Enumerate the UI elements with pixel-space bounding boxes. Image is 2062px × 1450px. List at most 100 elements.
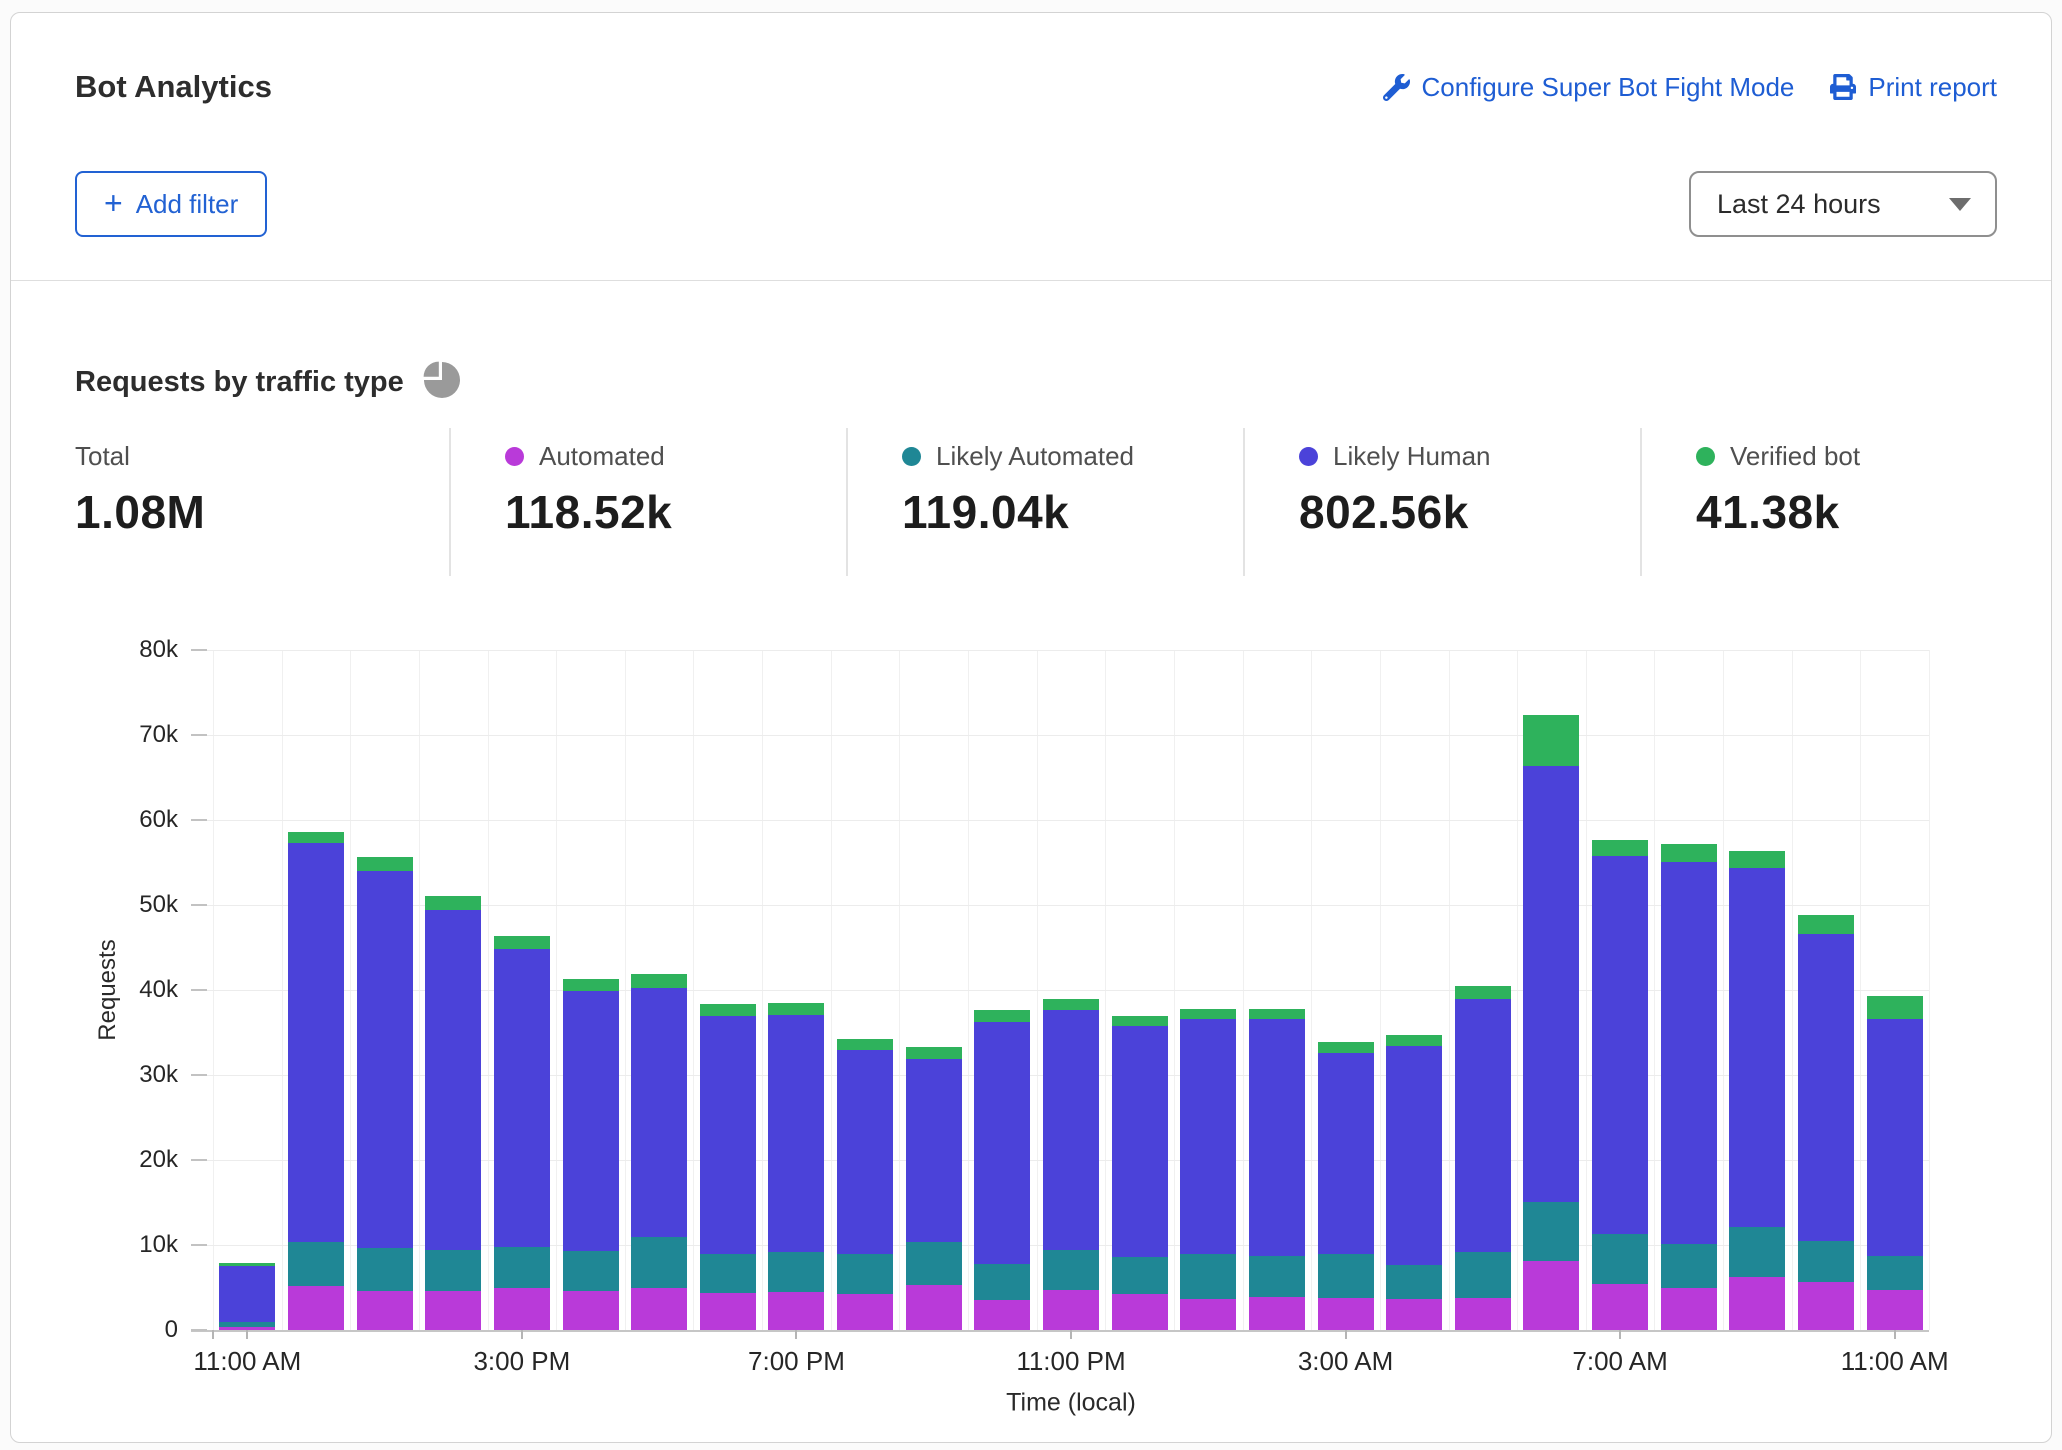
bar-segment-verified-bot[interactable] bbox=[494, 936, 550, 949]
bar-segment-likely-automated[interactable] bbox=[1867, 1256, 1923, 1290]
bar-segment-verified-bot[interactable] bbox=[837, 1039, 893, 1050]
bar-segment-automated[interactable] bbox=[1523, 1261, 1579, 1330]
bar-segment-automated[interactable] bbox=[631, 1288, 687, 1330]
add-filter-button[interactable]: + Add filter bbox=[75, 171, 267, 237]
bar-segment-verified-bot[interactable] bbox=[906, 1047, 962, 1059]
bar-segment-automated[interactable] bbox=[1180, 1299, 1236, 1330]
bar-segment-likely-automated[interactable] bbox=[700, 1254, 756, 1293]
bar-segment-likely-human[interactable] bbox=[1729, 868, 1785, 1228]
bar-segment-likely-human[interactable] bbox=[974, 1022, 1030, 1263]
bar-segment-verified-bot[interactable] bbox=[1112, 1016, 1168, 1026]
bar-segment-likely-automated[interactable] bbox=[768, 1252, 824, 1292]
bar-segment-likely-automated[interactable] bbox=[357, 1248, 413, 1291]
bar-segment-likely-human[interactable] bbox=[425, 910, 481, 1250]
bar-segment-verified-bot[interactable] bbox=[357, 857, 413, 871]
bar-segment-automated[interactable] bbox=[1867, 1290, 1923, 1330]
bar-segment-likely-human[interactable] bbox=[768, 1015, 824, 1252]
bar-segment-verified-bot[interactable] bbox=[1318, 1042, 1374, 1053]
time-range-select[interactable]: Last 24 hours bbox=[1689, 171, 1997, 237]
bar-segment-automated[interactable] bbox=[974, 1300, 1030, 1330]
bar-segment-likely-automated[interactable] bbox=[425, 1250, 481, 1291]
bar-segment-automated[interactable] bbox=[563, 1291, 619, 1330]
bar-segment-likely-human[interactable] bbox=[906, 1059, 962, 1242]
bar-segment-verified-bot[interactable] bbox=[1729, 851, 1785, 868]
bar-segment-verified-bot[interactable] bbox=[1867, 996, 1923, 1019]
bar-segment-automated[interactable] bbox=[1318, 1298, 1374, 1330]
bar-segment-automated[interactable] bbox=[837, 1294, 893, 1330]
bar-segment-verified-bot[interactable] bbox=[563, 979, 619, 991]
bar-segment-likely-human[interactable] bbox=[563, 991, 619, 1251]
bar-segment-automated[interactable] bbox=[1455, 1298, 1511, 1330]
bar-segment-likely-automated[interactable] bbox=[1180, 1254, 1236, 1299]
bar-segment-verified-bot[interactable] bbox=[700, 1004, 756, 1016]
bar-segment-verified-bot[interactable] bbox=[1455, 986, 1511, 999]
bar-segment-automated[interactable] bbox=[1386, 1299, 1442, 1330]
bar-segment-likely-human[interactable] bbox=[1455, 999, 1511, 1252]
bar-segment-likely-automated[interactable] bbox=[1592, 1234, 1648, 1284]
bar-segment-likely-automated[interactable] bbox=[1318, 1254, 1374, 1297]
bar-segment-verified-bot[interactable] bbox=[1523, 715, 1579, 765]
bar-segment-likely-human[interactable] bbox=[494, 949, 550, 1247]
bar-segment-automated[interactable] bbox=[1112, 1294, 1168, 1330]
bar-segment-automated[interactable] bbox=[425, 1291, 481, 1330]
print-report-link[interactable]: Print report bbox=[1830, 72, 1997, 103]
bar-segment-automated[interactable] bbox=[906, 1285, 962, 1330]
bar-segment-verified-bot[interactable] bbox=[1249, 1009, 1305, 1019]
bar-segment-likely-automated[interactable] bbox=[1523, 1202, 1579, 1262]
bar-segment-automated[interactable] bbox=[1798, 1282, 1854, 1330]
bar-segment-likely-automated[interactable] bbox=[906, 1242, 962, 1285]
bar-segment-automated[interactable] bbox=[1729, 1277, 1785, 1330]
bar-segment-automated[interactable] bbox=[1249, 1297, 1305, 1330]
bar-segment-likely-human[interactable] bbox=[1661, 862, 1717, 1245]
bar-segment-likely-automated[interactable] bbox=[974, 1264, 1030, 1301]
bar-segment-likely-automated[interactable] bbox=[1455, 1252, 1511, 1298]
bar-segment-automated[interactable] bbox=[1592, 1284, 1648, 1330]
bar-segment-likely-human[interactable] bbox=[1592, 856, 1648, 1234]
bar-segment-automated[interactable] bbox=[768, 1292, 824, 1330]
bar-segment-likely-automated[interactable] bbox=[1729, 1227, 1785, 1277]
bar-segment-likely-human[interactable] bbox=[1798, 934, 1854, 1241]
bar-segment-likely-automated[interactable] bbox=[219, 1322, 275, 1327]
bar-segment-likely-automated[interactable] bbox=[1112, 1257, 1168, 1294]
bar-segment-likely-automated[interactable] bbox=[288, 1242, 344, 1285]
bar-segment-verified-bot[interactable] bbox=[288, 832, 344, 843]
bar-segment-likely-human[interactable] bbox=[1523, 766, 1579, 1202]
bar-segment-likely-human[interactable] bbox=[1249, 1019, 1305, 1256]
bar-segment-likely-automated[interactable] bbox=[1386, 1265, 1442, 1298]
bar-segment-likely-automated[interactable] bbox=[1043, 1250, 1099, 1290]
bar-segment-automated[interactable] bbox=[494, 1288, 550, 1330]
bar-segment-verified-bot[interactable] bbox=[1386, 1035, 1442, 1046]
bar-segment-likely-automated[interactable] bbox=[1661, 1244, 1717, 1287]
bar-segment-automated[interactable] bbox=[357, 1291, 413, 1330]
bar-segment-automated[interactable] bbox=[1661, 1288, 1717, 1331]
bar-segment-verified-bot[interactable] bbox=[974, 1010, 1030, 1022]
bar-segment-verified-bot[interactable] bbox=[425, 896, 481, 910]
bar-segment-likely-automated[interactable] bbox=[494, 1247, 550, 1289]
bar-segment-verified-bot[interactable] bbox=[631, 974, 687, 988]
bar-segment-likely-human[interactable] bbox=[700, 1016, 756, 1254]
bar-segment-verified-bot[interactable] bbox=[1043, 999, 1099, 1010]
bar-segment-likely-human[interactable] bbox=[1318, 1053, 1374, 1254]
bar-segment-likely-human[interactable] bbox=[1112, 1026, 1168, 1257]
bar-segment-verified-bot[interactable] bbox=[1180, 1009, 1236, 1019]
bar-segment-verified-bot[interactable] bbox=[1798, 915, 1854, 934]
bar-segment-likely-human[interactable] bbox=[219, 1266, 275, 1321]
bar-segment-likely-automated[interactable] bbox=[631, 1237, 687, 1288]
bar-segment-automated[interactable] bbox=[700, 1293, 756, 1330]
bar-segment-likely-human[interactable] bbox=[1043, 1010, 1099, 1250]
bar-segment-likely-automated[interactable] bbox=[837, 1254, 893, 1295]
bar-segment-verified-bot[interactable] bbox=[768, 1003, 824, 1015]
bar-segment-verified-bot[interactable] bbox=[1592, 840, 1648, 856]
configure-super-bot-fight-mode-link[interactable]: Configure Super Bot Fight Mode bbox=[1383, 72, 1795, 103]
bar-segment-likely-human[interactable] bbox=[837, 1050, 893, 1253]
bar-segment-likely-human[interactable] bbox=[631, 988, 687, 1237]
bar-segment-likely-automated[interactable] bbox=[563, 1251, 619, 1291]
bar-segment-likely-automated[interactable] bbox=[1249, 1256, 1305, 1297]
bar-segment-likely-automated[interactable] bbox=[1798, 1241, 1854, 1283]
bar-segment-likely-human[interactable] bbox=[1867, 1019, 1923, 1256]
bar-segment-verified-bot[interactable] bbox=[1661, 844, 1717, 862]
bar-segment-verified-bot[interactable] bbox=[219, 1263, 275, 1266]
bar-segment-automated[interactable] bbox=[288, 1286, 344, 1330]
bar-segment-likely-human[interactable] bbox=[357, 871, 413, 1248]
bar-segment-likely-human[interactable] bbox=[288, 843, 344, 1243]
